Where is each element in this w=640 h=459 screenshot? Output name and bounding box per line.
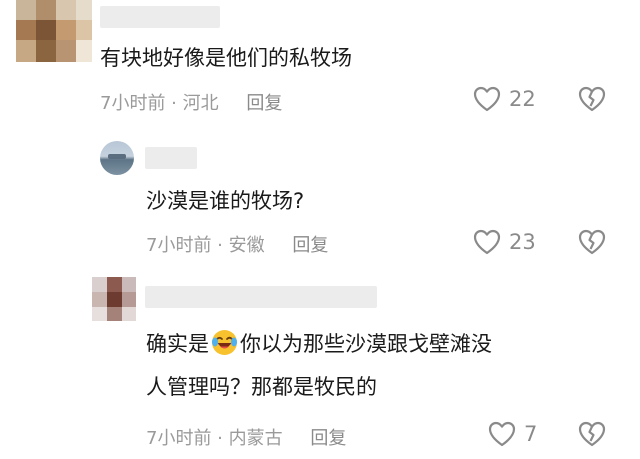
dislike-button[interactable] xyxy=(578,229,606,259)
comment-text: 有块地好像是他们的私牧场 xyxy=(100,46,352,70)
like-count: 23 xyxy=(509,230,536,254)
comment-text-line: 你以为那些沙漠跟戈壁滩没 xyxy=(240,332,492,356)
comment-location: 内蒙古 xyxy=(228,428,283,449)
comment-text: 沙漠是谁的牧场? xyxy=(146,189,305,213)
heart-outline-icon xyxy=(473,86,501,112)
comment-location: 安徽 xyxy=(228,235,265,256)
avatar[interactable] xyxy=(16,0,92,62)
reply-button[interactable]: 回复 xyxy=(246,93,282,114)
comment-meta: 7小时前 · 河北 回复 xyxy=(100,89,282,115)
meta-separator: · xyxy=(211,428,229,449)
avatar[interactable] xyxy=(92,277,136,321)
meta-separator: · xyxy=(165,93,183,114)
like-button[interactable]: 22 xyxy=(473,86,536,112)
reply-button[interactable]: 回复 xyxy=(310,428,346,449)
dislike-button[interactable] xyxy=(578,86,606,116)
username-blurred[interactable] xyxy=(145,286,377,308)
comment-location: 河北 xyxy=(182,93,219,114)
like-count: 22 xyxy=(509,87,536,111)
comment-text-line: 人管理吗？那都是牧民的 xyxy=(146,375,377,399)
comment-text: 确实是 你以为那些沙漠跟戈壁滩没 xyxy=(146,327,492,361)
avatar[interactable] xyxy=(100,141,134,175)
reply-button[interactable]: 回复 xyxy=(292,235,328,256)
comment-meta: 7小时前 · 内蒙古 回复 xyxy=(146,424,346,450)
like-count: 7 xyxy=(524,422,538,446)
heart-outline-icon xyxy=(488,421,516,447)
username-blurred[interactable] xyxy=(100,6,220,28)
username-blurred[interactable] xyxy=(145,147,197,169)
comment-meta: 7小时前 · 安徽 回复 xyxy=(146,231,328,257)
broken-heart-icon xyxy=(578,421,606,451)
comment-time: 7小时前 xyxy=(100,93,166,114)
crying-laughing-emoji xyxy=(211,329,238,356)
meta-separator: · xyxy=(211,235,229,256)
dislike-button[interactable] xyxy=(578,421,606,451)
comment-time: 7小时前 xyxy=(146,235,212,256)
like-button[interactable]: 23 xyxy=(473,229,536,255)
broken-heart-icon xyxy=(578,86,606,116)
broken-heart-icon xyxy=(578,229,606,259)
like-button[interactable]: 7 xyxy=(488,421,537,447)
heart-outline-icon xyxy=(473,229,501,255)
comment-time: 7小时前 xyxy=(146,428,212,449)
comment-text-line: 确实是 xyxy=(146,332,209,356)
